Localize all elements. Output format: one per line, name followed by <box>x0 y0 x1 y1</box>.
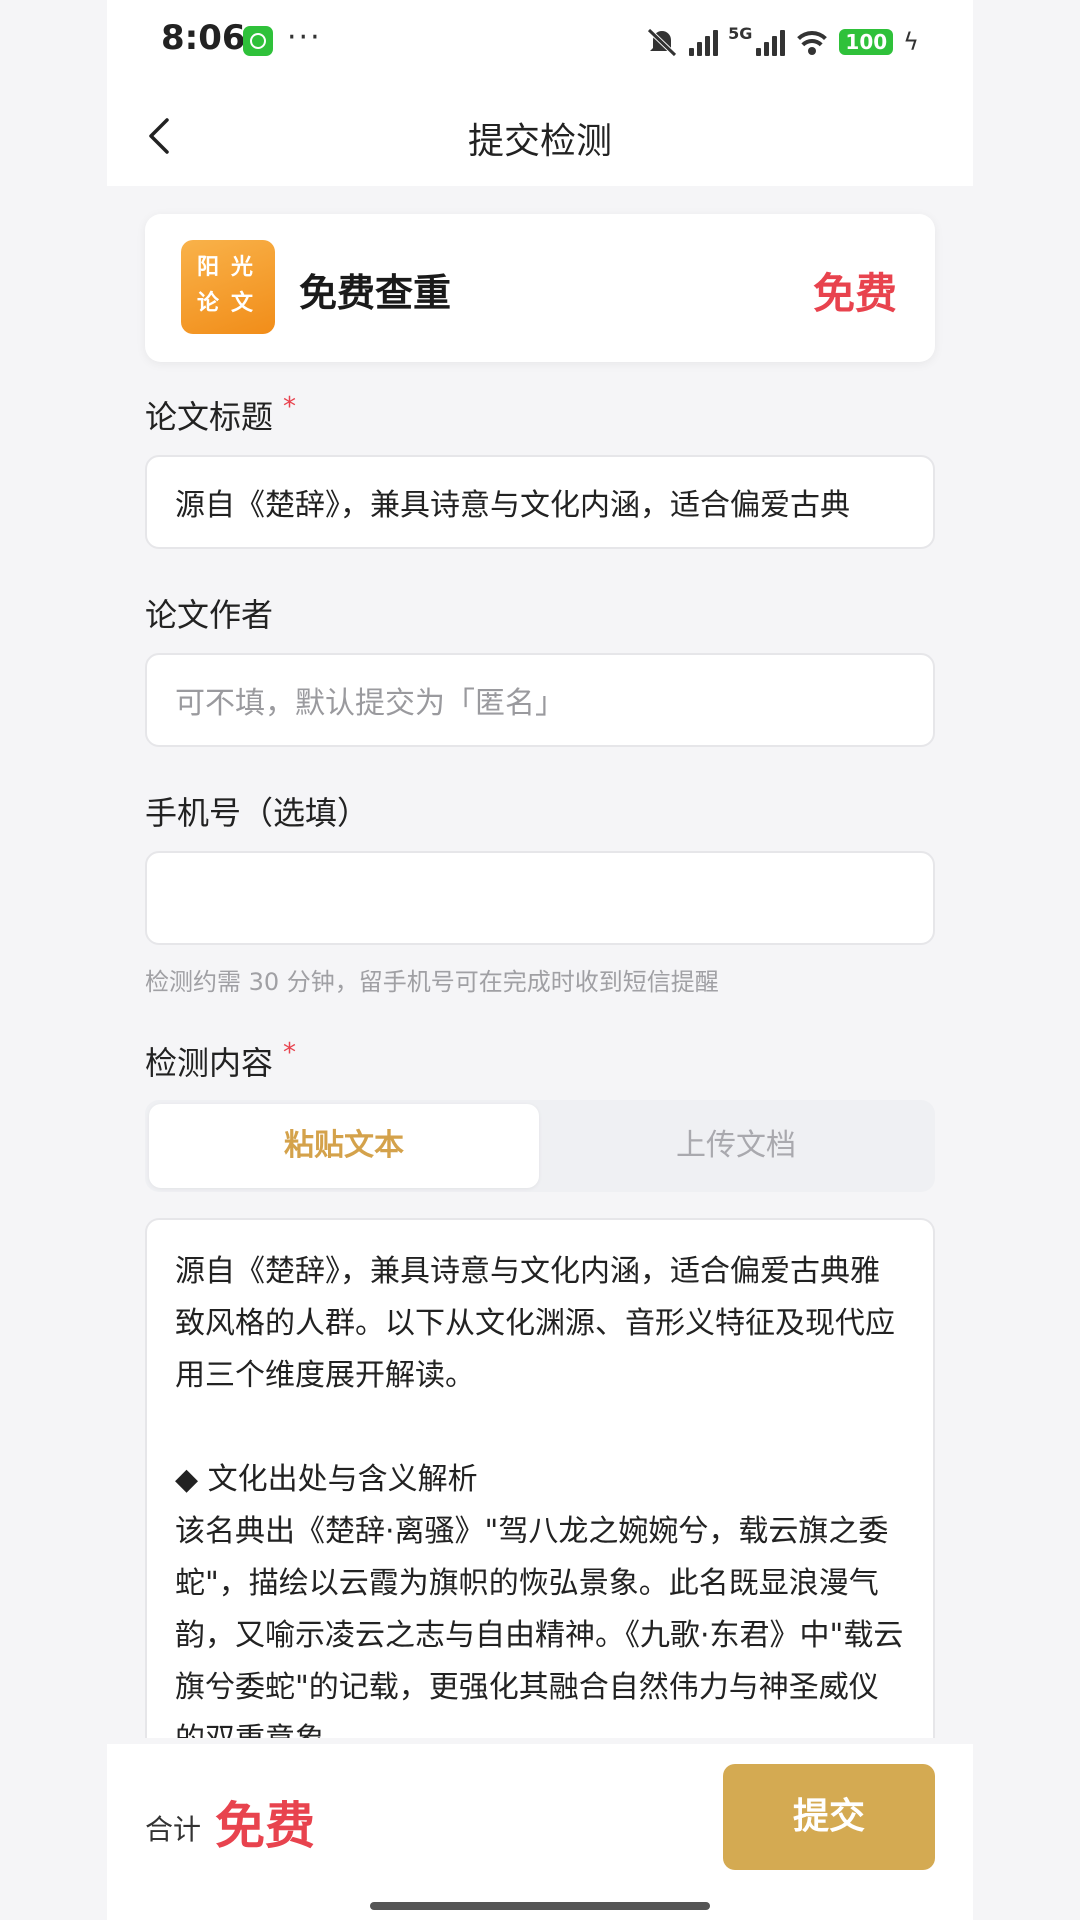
status-icons: 5G 100 ϟ <box>645 24 919 60</box>
service-logo: 阳光 论文 <box>181 240 275 334</box>
signal-2-icon <box>756 28 786 56</box>
battery-icon: 100 <box>839 29 894 55</box>
bottom-bar: 合计 免费 提交 <box>107 1744 973 1920</box>
status-time: 8:06 <box>161 18 246 58</box>
content-textarea[interactable]: 源自《楚辞》，兼具诗意与文化内涵，适合偏爱古典雅致风格的人群。以下从文化渊源、音… <box>145 1218 935 1738</box>
alarm-icon <box>243 26 273 56</box>
home-indicator[interactable] <box>370 1902 710 1910</box>
more-notifications-icon: ··· <box>287 20 322 55</box>
submit-button[interactable]: 提交 <box>723 1764 935 1870</box>
content-mode-tabs: 粘贴文本 上传文档 <box>145 1100 935 1192</box>
phone-hint: 检测约需 30 分钟，留手机号可在完成时收到短信提醒 <box>145 968 719 996</box>
author-input[interactable]: 可不填，默认提交为「匿名」 <box>145 653 935 747</box>
content-paragraph: 该名典出《楚辞·离骚》"驾八龙之婉婉兮，载云旗之委蛇"，描绘以云霞为旗帜的恢弘景… <box>175 1514 904 1738</box>
mute-bell-icon <box>647 28 677 57</box>
total-label: 合计 <box>145 1813 202 1846</box>
phone-input[interactable] <box>145 851 935 945</box>
author-label: 论文作者 <box>145 596 274 634</box>
wifi-icon <box>795 29 830 55</box>
title-label: 论文标题 * <box>145 392 296 438</box>
signal-1-icon <box>689 28 719 56</box>
required-mark: * <box>283 392 297 422</box>
required-mark: * <box>283 1038 297 1068</box>
content-heading: ◆ 文化出处与含义解析 <box>175 1462 478 1497</box>
status-bar: 8:06 ··· 5G 100 ϟ <box>107 0 973 86</box>
content-paragraph: 源自《楚辞》，兼具诗意与文化内涵，适合偏爱古典雅致风格的人群。以下从文化渊源、音… <box>175 1254 895 1393</box>
app-screen: 8:06 ··· 5G 100 ϟ 提交检测 阳光 论文 免费查重 免费 论文标… <box>107 0 973 1920</box>
tab-upload-document[interactable]: 上传文档 <box>541 1104 931 1188</box>
content-label-text: 检测内容 <box>145 1044 274 1082</box>
nav-bar: 提交检测 <box>107 86 973 186</box>
page-title: 提交检测 <box>467 121 612 162</box>
service-price: 免费 <box>812 269 897 318</box>
content-label: 检测内容 * <box>145 1038 296 1084</box>
tab-paste-text[interactable]: 粘贴文本 <box>149 1104 539 1188</box>
logo-line-2: 论文 <box>197 291 266 316</box>
phone-label: 手机号（选填） <box>145 794 370 832</box>
service-card: 阳光 论文 免费查重 免费 <box>145 214 935 362</box>
title-label-text: 论文标题 <box>145 398 274 436</box>
title-input[interactable]: 源自《楚辞》，兼具诗意与文化内涵，适合偏爱古典 <box>145 455 935 549</box>
network-type: 5G <box>728 24 753 43</box>
logo-line-1: 阳光 <box>197 255 266 280</box>
total-value: 免费 <box>215 1797 315 1855</box>
charging-icon: ϟ <box>903 28 919 56</box>
service-name: 免费查重 <box>299 271 452 315</box>
